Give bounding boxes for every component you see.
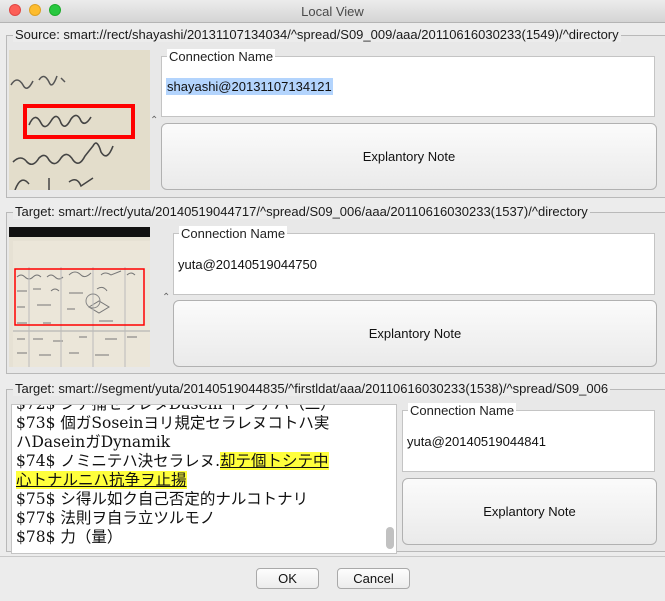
text-line: 心トナルニハ抗争ヲ止揚 xyxy=(16,471,382,490)
target2-connection-value[interactable]: yuta@20140519044841 xyxy=(407,434,546,449)
text-line: $78$ 力（量） xyxy=(16,528,123,546)
target2-explanatory-note-button[interactable]: Explantory Note xyxy=(402,478,657,545)
target1-connection-field[interactable]: Connection Name yuta@20140519044750 xyxy=(173,226,655,295)
text-line: ハDaseinガDynamik xyxy=(16,433,171,451)
target1-connection-value[interactable]: yuta@20140519044750 xyxy=(178,257,317,272)
local-view-window: Local View Source: smart://rect/shayashi… xyxy=(0,0,665,601)
text-line: $75$ シ得ル如ク自己否定的ナルコトナリ xyxy=(16,490,309,508)
source-path-label: Source: smart://rect/shayashi/2013110713… xyxy=(13,27,621,42)
text-line: $73$ 個ガSoseinヨリ規定セラレヌコトハ実 xyxy=(16,414,330,432)
source-explanatory-note-button[interactable]: Explantory Note xyxy=(161,123,657,190)
source-connection-field[interactable]: Connection Name shayashi@20131107134121 xyxy=(161,49,655,117)
target2-path-label: Target: smart://segment/yuta/20140519044… xyxy=(13,381,611,396)
document-image xyxy=(9,227,150,367)
highlighted-text: 心トナルニハ抗争ヲ止揚 xyxy=(16,471,187,489)
ok-button[interactable]: OK xyxy=(256,568,319,589)
target1-panel: Target: smart://rect/yuta/20140519044717… xyxy=(6,204,665,374)
vertical-scrollbar[interactable] xyxy=(385,407,394,551)
text-segment: $74$ ノミニテハ決セラレヌ. xyxy=(16,452,220,470)
text-line: $74$ ノミニテハ決セラレヌ.却テ個トシテ中 xyxy=(16,452,382,471)
text-line: $77$ 法則ヲ自ラ立ツルモノ xyxy=(16,509,216,527)
target1-image-thumbnail[interactable] xyxy=(9,227,150,367)
target2-text-area[interactable]: $72$ シテ捕セラレタDasein トシテハ（二） $73$ 個ガSosein… xyxy=(11,404,397,554)
text-line: $72$ シテ捕セラレタDasein トシテハ（二） xyxy=(16,404,336,413)
source-connection-value[interactable]: shayashi@20131107134121 xyxy=(166,78,333,95)
target1-path-label: Target: smart://rect/yuta/20140519044717… xyxy=(13,204,590,219)
scrollbar-thumb[interactable] xyxy=(386,527,394,549)
target2-panel: Target: smart://segment/yuta/20140519044… xyxy=(6,381,665,554)
cancel-button[interactable]: Cancel xyxy=(337,568,410,589)
highlighted-text: 却テ個トシテ中 xyxy=(220,452,329,470)
title-bar[interactable]: Local View xyxy=(0,0,665,23)
target2-connection-field[interactable]: Connection Name yuta@20140519044841 xyxy=(402,403,655,472)
handwriting-image xyxy=(9,50,150,190)
source-panel: Source: smart://rect/shayashi/2013110713… xyxy=(6,27,665,198)
dialog-button-bar: OK Cancel xyxy=(0,556,665,601)
source-image-thumbnail[interactable] xyxy=(9,50,150,190)
window-title: Local View xyxy=(301,4,364,19)
target1-explanatory-note-button[interactable]: Explantory Note xyxy=(173,300,657,367)
